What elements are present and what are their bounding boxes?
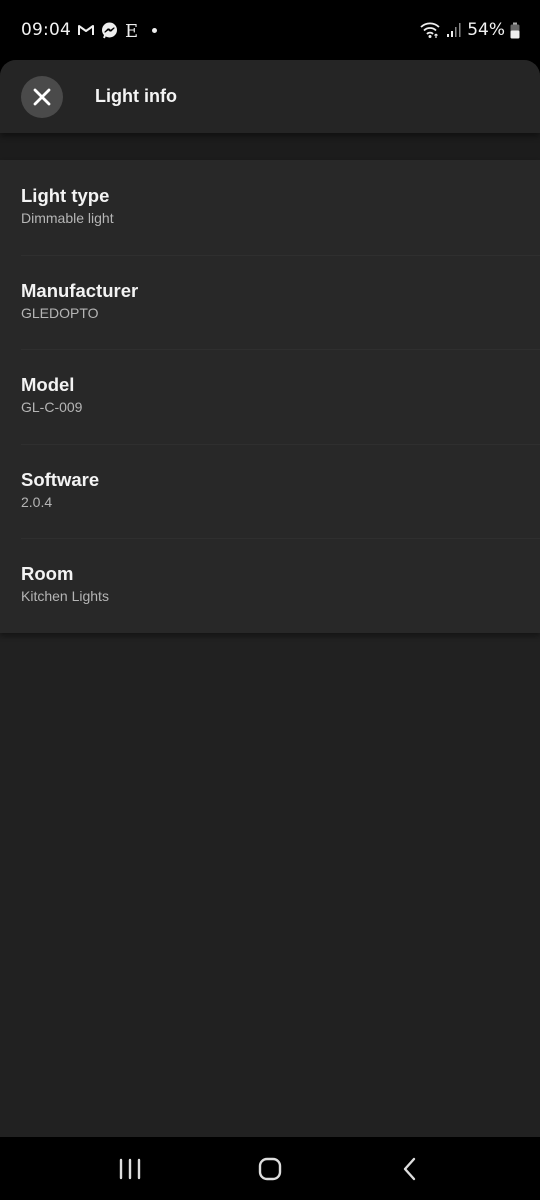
clock: 09:04 — [21, 20, 71, 40]
close-button[interactable] — [21, 75, 63, 118]
info-label: Software — [21, 468, 100, 490]
back-icon — [403, 1157, 416, 1180]
e-app-icon: E — [124, 21, 138, 39]
gmail-icon — [77, 23, 95, 37]
home-icon — [258, 1157, 282, 1180]
more-notifications-dot-icon — [152, 27, 157, 33]
spacer — [0, 133, 540, 160]
info-label: Model — [21, 374, 75, 395]
info-label: Room — [21, 563, 74, 584]
status-left: 09:04 E — [21, 20, 157, 40]
info-row-manufacturer: Manufacturer GLEDOPTO — [0, 254, 540, 350]
battery-percent: 54% — [467, 20, 505, 40]
info-value: Dimmable light — [21, 210, 114, 226]
recent-apps-button[interactable] — [100, 1149, 160, 1189]
info-label: Light type — [21, 185, 110, 206]
info-label: Manufacturer — [21, 279, 139, 301]
light-info-sheet: Light info Light type Dimmable light Man… — [0, 60, 540, 1137]
svg-text:E: E — [125, 21, 138, 39]
info-list: Light type Dimmable light Manufacturer G… — [0, 160, 540, 633]
info-value: Kitchen Lights — [21, 588, 109, 604]
header: Light info — [0, 60, 540, 133]
info-row-light-type: Light type Dimmable light — [0, 160, 540, 255]
info-row-room: Room Kitchen Lights — [0, 538, 540, 633]
status-right: 54% — [419, 20, 520, 40]
screen: 09:04 E 54% Light info Light type Dimmab… — [0, 0, 540, 1200]
page-title: Light info — [95, 86, 177, 106]
info-value: GLEDOPTO — [21, 304, 99, 321]
info-value: GL-C-009 — [21, 399, 83, 415]
signal-icon — [446, 22, 462, 38]
messenger-icon — [101, 22, 118, 39]
info-row-model: Model GL-C-009 — [0, 349, 540, 444]
battery-icon — [510, 22, 520, 39]
navigation-bar — [0, 1137, 540, 1200]
wifi-icon — [419, 21, 441, 39]
info-value: 2.0.4 — [21, 493, 53, 510]
home-button[interactable] — [240, 1149, 300, 1189]
recent-apps-icon — [119, 1158, 141, 1179]
info-row-software: Software 2.0.4 — [0, 443, 540, 539]
status-bar: 09:04 E 54% — [0, 0, 540, 60]
back-button[interactable] — [380, 1149, 440, 1189]
close-icon — [33, 88, 51, 105]
